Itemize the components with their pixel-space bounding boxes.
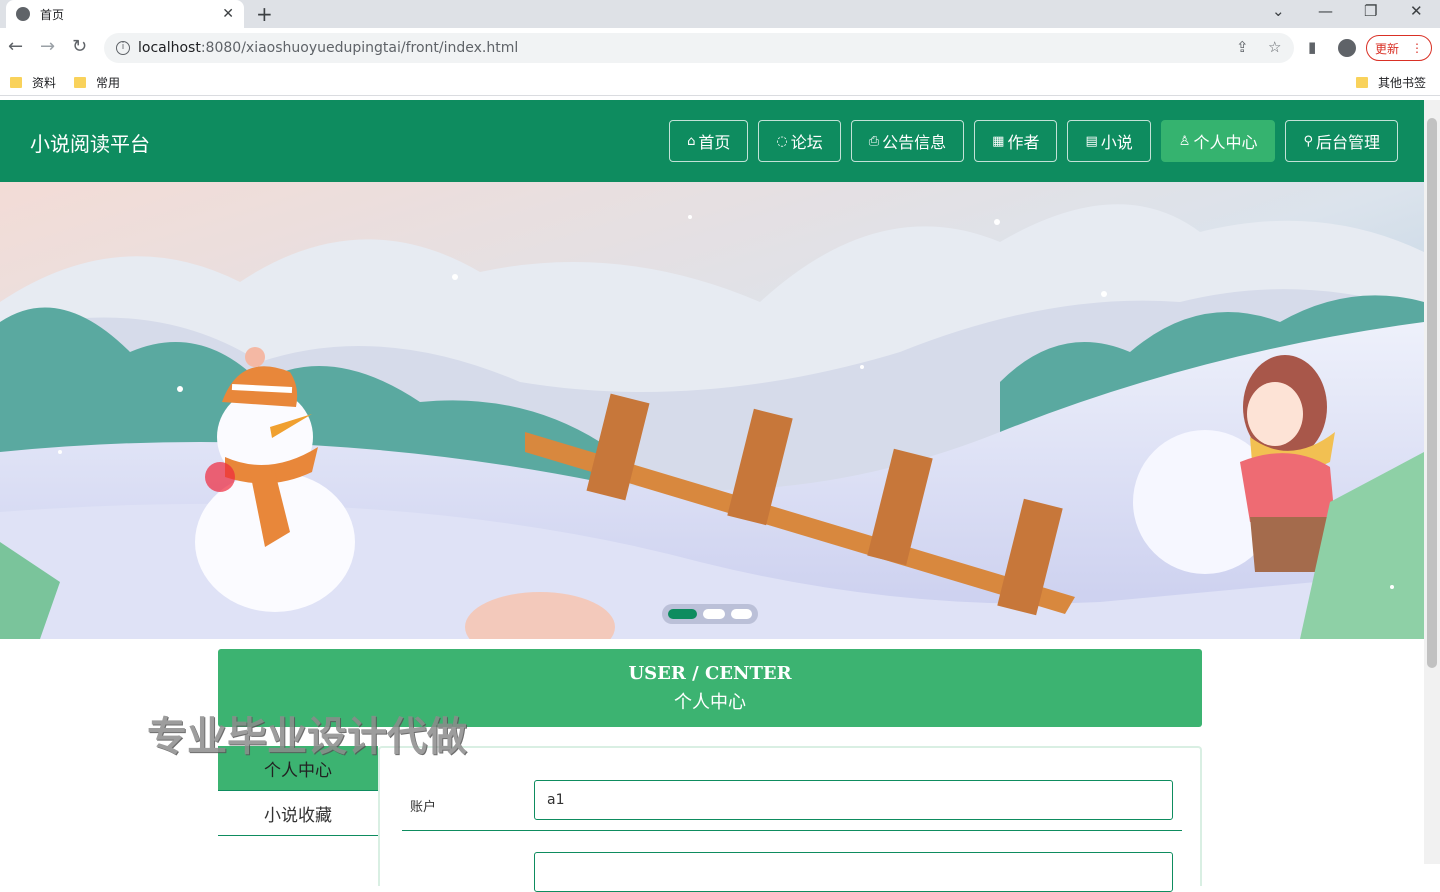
profile-form: 账户 a1 [378,746,1202,892]
user-icon: ♙ [1178,133,1191,149]
nav-author[interactable]: ▦ 作者 [974,120,1058,162]
form-divider [402,830,1182,831]
back-icon[interactable]: ← [8,36,23,57]
nav-home[interactable]: ⌂ 首页 [669,120,749,162]
carousel-dot[interactable] [730,609,752,619]
page-scrollbar[interactable] [1424,100,1440,864]
link-icon: ⚲ [1303,133,1313,149]
site-info-icon[interactable]: i [116,41,130,55]
novel-icon: ▤ [1085,133,1098,149]
banner-carousel [0,182,1424,639]
carousel-dot-active[interactable] [668,609,698,619]
profile-avatar-icon[interactable] [1338,39,1356,57]
user-center-title-en: USER / CENTER [628,663,792,684]
carousel-dot[interactable] [703,609,725,619]
minimize-icon[interactable]: — [1318,2,1333,20]
tab-search-icon[interactable]: ⌄ [1272,2,1285,20]
notice-icon: ⎙ [868,133,880,149]
folder-icon [10,77,22,88]
nav-user-center[interactable]: ♙ 个人中心 [1160,120,1276,162]
watermark-text: 专业毕业设计代做 [147,714,467,760]
site-header: 小说阅读平台 ⌂ 首页 ◌ 论坛 ⎙ 公告信息 ▦ 作者 ▤ 小说 ♙ 个人中心 ⚲ 后台管理 [0,100,1424,182]
home-icon: ⌂ [687,133,696,149]
menu-dots-icon: ⋮ [1411,41,1423,55]
nav-forum[interactable]: ◌ 论坛 [758,120,841,162]
bookmarks-bar: 资料 常用 其他书签 [0,68,1440,96]
side-menu-favorites[interactable]: 小说收藏 [218,791,378,836]
url-bar[interactable]: i localhost:8080/xiaoshuoyuedupingtai/fr… [104,33,1294,63]
url-text: localhost:8080/xiaoshuoyuedupingtai/fron… [138,40,519,56]
maximize-icon[interactable]: ❐ [1364,2,1377,20]
reload-icon[interactable]: ↻ [72,36,87,57]
share-icon[interactable]: ⇪ [1236,38,1249,56]
nav-notice[interactable]: ⎙ 公告信息 [850,120,965,162]
side-panel-icon[interactable]: ▮ [1308,38,1316,56]
click-indicator [205,462,235,492]
browser-tab[interactable]: 首页 ✕ [6,0,244,28]
nav-novel[interactable]: ▤ 小说 [1067,120,1151,162]
nav-admin[interactable]: ⚲ 后台管理 [1285,120,1398,162]
tab-title: 首页 [40,7,65,22]
tab-close-icon[interactable]: ✕ [222,6,234,22]
scroll-thumb[interactable] [1427,118,1437,668]
author-icon: ▦ [992,133,1005,149]
bookmark-folder-ziliao[interactable]: 资料 [10,74,56,91]
browser-tab-strip: 首页 ✕ + ⌄ — ❐ ✕ [0,0,1440,28]
site-title: 小说阅读平台 [30,132,150,156]
carousel-indicator [662,604,758,624]
account-label: 账户 [410,800,437,815]
folder-icon [74,77,86,88]
globe-icon [16,7,30,21]
address-toolbar: ← → ↻ i localhost:8080/xiaoshuoyueduping… [0,28,1440,68]
other-bookmarks[interactable]: 其他书签 [1356,74,1426,91]
bookmark-star-icon[interactable]: ☆ [1268,38,1281,56]
bookmark-folder-changyong[interactable]: 常用 [74,74,120,91]
main-nav: ⌂ 首页 ◌ 论坛 ⎙ 公告信息 ▦ 作者 ▤ 小说 ♙ 个人中心 ⚲ 后台管理 [669,120,1398,162]
update-button[interactable]: 更新 ⋮ [1366,35,1432,61]
window-close-icon[interactable]: ✕ [1410,2,1423,20]
folder-icon [1356,77,1368,88]
new-tab-icon[interactable]: + [256,2,273,26]
forum-icon: ◌ [776,133,788,149]
account-input[interactable]: a1 [534,780,1173,820]
winter-scene-image [0,182,1424,639]
forward-icon[interactable]: → [40,36,55,57]
second-field-input[interactable] [534,852,1173,892]
